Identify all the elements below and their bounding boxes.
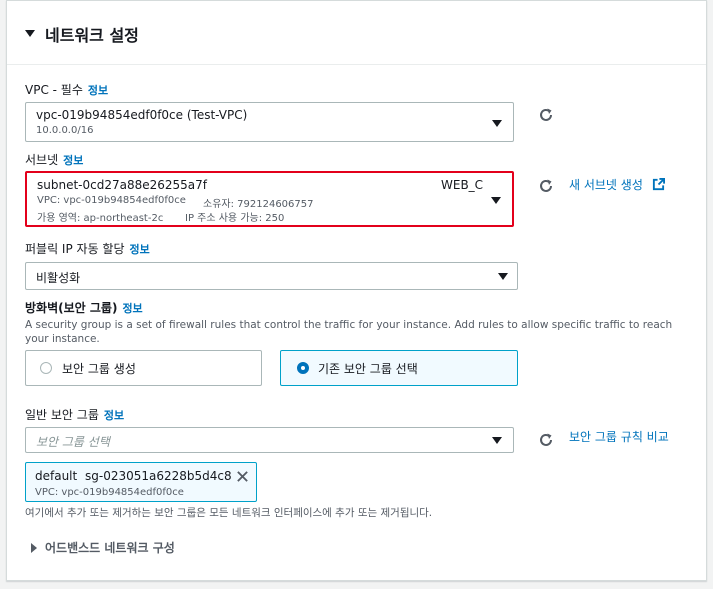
vpc-label: VPC - 필수 xyxy=(25,83,83,97)
radio-existing-label: 기존 보안 그룹 선택 xyxy=(318,362,418,376)
radio-button[interactable] xyxy=(40,362,52,374)
token-name: default xyxy=(35,469,78,483)
compare-sg-rules-link[interactable]: 보안 그룹 규칙 비교 xyxy=(569,428,669,445)
subnet-label: 서브넷 xyxy=(25,153,59,167)
public-ip-label: 퍼블릭 IP 자동 할당 xyxy=(25,242,125,256)
chevron-down-icon xyxy=(498,273,508,280)
advanced-network-config-toggle[interactable]: 어드밴스드 네트워크 구성 xyxy=(29,538,229,558)
security-group-token: default sg-023051a6228b5d4c8 VPC: vpc-01… xyxy=(25,462,257,502)
subnet-vpc: VPC: vpc-019b94854edf0f0ce xyxy=(37,195,186,206)
subnet-name: WEB_C xyxy=(441,178,484,192)
token-id: sg-023051a6228b5d4c8 xyxy=(85,469,232,483)
subnet-select[interactable]: subnet-0cd27a88e26255a7f WEB_C VPC: vpc-… xyxy=(25,171,514,227)
vpc-select-value: vpc-019b94854edf0f0ce (Test-VPC) xyxy=(36,108,248,122)
vpc-select[interactable]: vpc-019b94854edf0f0ce (Test-VPC) 10.0.0.… xyxy=(25,102,514,142)
firewall-label-row: 방화벽(보안 그룹) 정보 xyxy=(25,299,143,316)
common-sg-info-link[interactable]: 정보 xyxy=(104,409,124,422)
collapse-caret-icon[interactable] xyxy=(25,30,35,37)
subnet-info-link[interactable]: 정보 xyxy=(63,154,83,167)
advanced-network-config-label: 어드밴스드 네트워크 구성 xyxy=(45,541,175,555)
security-group-select[interactable]: 보안 그룹 선택 xyxy=(25,427,514,453)
firewall-info-link[interactable]: 정보 xyxy=(122,302,142,315)
radio-select-existing-group[interactable]: 기존 보안 그룹 선택 xyxy=(280,350,518,386)
firewall-description: A security group is a set of firewall ru… xyxy=(25,319,673,345)
public-ip-info-link[interactable]: 정보 xyxy=(130,243,150,256)
public-ip-label-row: 퍼블릭 IP 자동 할당 정보 xyxy=(25,240,150,257)
panel-header[interactable]: 네트워크 설정 xyxy=(7,1,706,65)
subnet-owner: 소유자: 792124606757 xyxy=(203,199,314,210)
radio-create-security-group[interactable]: 보안 그룹 생성 xyxy=(25,350,262,386)
refresh-vpc-icon[interactable] xyxy=(538,107,554,123)
common-sg-label-row: 일반 보안 그룹 정보 xyxy=(25,406,124,423)
firewall-label: 방화벽(보안 그룹) xyxy=(25,301,118,315)
create-subnet-link[interactable]: 새 서브넷 생성 xyxy=(569,178,643,192)
network-settings-panel: 네트워크 설정 VPC - 필수 정보 vpc-019b94854edf0f0ce… xyxy=(6,0,707,581)
chevron-down-icon xyxy=(492,120,502,127)
radio-button-selected[interactable] xyxy=(297,362,309,374)
vpc-cidr: 10.0.0.0/16 xyxy=(36,125,94,136)
panel-title: 네트워크 설정 xyxy=(45,26,139,45)
subnet-label-row: 서브넷 정보 xyxy=(25,151,83,168)
refresh-subnet-icon[interactable] xyxy=(538,178,554,194)
close-icon[interactable] xyxy=(236,470,249,483)
radio-create-label: 보안 그룹 생성 xyxy=(62,362,136,376)
subnet-az: 가용 영역: ap-northeast-2c xyxy=(37,213,164,224)
chevron-down-icon xyxy=(492,437,502,444)
token-vpc: VPC: vpc-019b94854edf0f0ce xyxy=(35,487,184,498)
vpc-info-link[interactable]: 정보 xyxy=(88,84,108,97)
security-group-placeholder: 보안 그룹 선택 xyxy=(36,435,110,449)
caret-right-icon xyxy=(31,543,37,553)
public-ip-value: 비활성화 xyxy=(36,271,81,285)
create-subnet-link-row[interactable]: 새 서브넷 생성 xyxy=(569,174,665,193)
public-ip-select[interactable]: 비활성화 xyxy=(25,262,518,290)
subnet-ips: IP 주소 사용 가능: 250 xyxy=(185,213,285,224)
vpc-label-row: VPC - 필수 정보 xyxy=(25,81,108,98)
chevron-down-icon xyxy=(491,197,501,204)
common-sg-label: 일반 보안 그룹 xyxy=(25,408,99,422)
refresh-security-group-icon[interactable] xyxy=(538,432,554,448)
subnet-id: subnet-0cd27a88e26255a7f xyxy=(37,178,208,192)
security-group-note: 여기에서 추가 또는 제거하는 보안 그룹은 모든 네트워크 인터페이스에 추가… xyxy=(25,507,433,519)
external-link-icon xyxy=(652,178,665,191)
